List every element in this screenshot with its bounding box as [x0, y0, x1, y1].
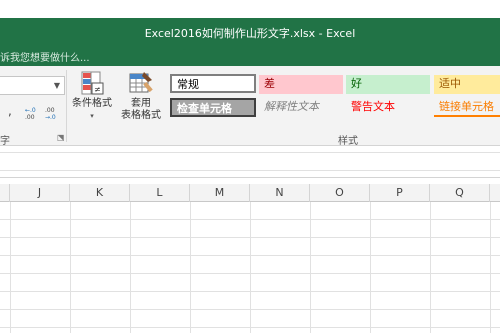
- styles-group-label: 样式: [338, 136, 358, 147]
- conditional-formatting-button[interactable]: ≠ 条件格式 ▾: [70, 70, 114, 122]
- conditional-formatting-icon: ≠: [81, 71, 104, 95]
- comma-style-button[interactable]: ,: [8, 104, 12, 118]
- column-header-l[interactable]: L: [130, 184, 190, 202]
- grid-line: [130, 202, 131, 333]
- group-divider: [66, 70, 67, 142]
- decrease-decimal-icon: .00 →.0: [45, 107, 56, 121]
- format-as-table-icon: [129, 72, 153, 93]
- column-header-q[interactable]: Q: [430, 184, 490, 202]
- grid-line: [0, 273, 500, 274]
- chevron-down-icon: ▾: [90, 112, 94, 120]
- column-header-n[interactable]: N: [250, 184, 310, 202]
- svg-text:≠: ≠: [94, 85, 101, 94]
- format-as-table-label-line1: 套用: [131, 98, 151, 109]
- decrease-decimal-button[interactable]: .00 →.0: [45, 106, 61, 123]
- grid-line: [0, 309, 500, 310]
- window-title: Excel2016如何制作山形文字.xlsx - Excel: [144, 27, 356, 40]
- style-check-cell[interactable]: 检查单元格: [170, 98, 256, 117]
- column-header-partial[interactable]: [490, 184, 500, 202]
- column-header-j[interactable]: J: [10, 184, 70, 202]
- column-header-k[interactable]: K: [70, 184, 130, 202]
- formula-bar: [0, 147, 500, 178]
- grid-line: [310, 202, 311, 333]
- grid-line: [190, 202, 191, 333]
- svg-text:.00: .00: [25, 114, 35, 120]
- style-normal[interactable]: 常规: [170, 74, 256, 93]
- column-header-partial[interactable]: [0, 184, 10, 202]
- grid-line: [430, 202, 431, 333]
- top-strip: [0, 0, 500, 18]
- svg-text:.00: .00: [45, 107, 55, 114]
- chevron-down-icon: ▼: [53, 81, 60, 90]
- increase-decimal-icon: ←.0 .00: [25, 107, 36, 121]
- dialog-launcher-icon[interactable]: ⬔: [57, 133, 65, 142]
- conditional-formatting-label: 条件格式: [72, 98, 112, 109]
- grid-line: [0, 219, 500, 220]
- column-header-o[interactable]: O: [310, 184, 370, 202]
- title-bar: Excel2016如何制作山形文字.xlsx - Excel 诉我您想要做什么.…: [0, 0, 500, 66]
- grid-line: [0, 327, 500, 328]
- grid-line: [10, 202, 11, 333]
- style-warning-text[interactable]: 警告文本: [346, 98, 430, 117]
- style-explanatory-text[interactable]: 解释性文本: [259, 98, 343, 117]
- worksheet-grid[interactable]: [0, 202, 500, 333]
- tell-me-search[interactable]: 诉我您想要做什么...: [0, 49, 90, 64]
- style-linked-cell[interactable]: 链接单元格: [434, 98, 500, 117]
- grid-line: [0, 255, 500, 256]
- grid-line: [0, 237, 500, 238]
- grid-line: [490, 202, 491, 333]
- column-header-m[interactable]: M: [190, 184, 250, 202]
- column-headers: J K L M N O P Q: [0, 184, 500, 202]
- grid-line: [70, 202, 71, 333]
- grid-line: [370, 202, 371, 333]
- svg-text:→.0: →.0: [45, 114, 56, 120]
- number-format-dropdown[interactable]: ▼: [0, 76, 65, 95]
- style-good[interactable]: 好: [346, 75, 430, 94]
- number-group-label: 字: [0, 136, 10, 147]
- format-as-table-button[interactable]: 套用 表格格式: [116, 70, 166, 122]
- increase-decimal-button[interactable]: ←.0 .00: [25, 106, 41, 123]
- grid-line: [0, 291, 500, 292]
- formula-input[interactable]: [0, 152, 500, 171]
- svg-text:←.0: ←.0: [25, 107, 36, 114]
- format-as-table-label-line2: 表格格式: [121, 110, 161, 121]
- column-header-p[interactable]: P: [370, 184, 430, 202]
- ribbon-home: ▼ , ←.0 .00 .00 →.0 字 ⬔ ≠ 条件格式 ▾ 套用 表格格式…: [0, 66, 500, 147]
- grid-line: [250, 202, 251, 333]
- style-neutral[interactable]: 适中: [434, 75, 500, 94]
- style-bad[interactable]: 差: [259, 75, 343, 94]
